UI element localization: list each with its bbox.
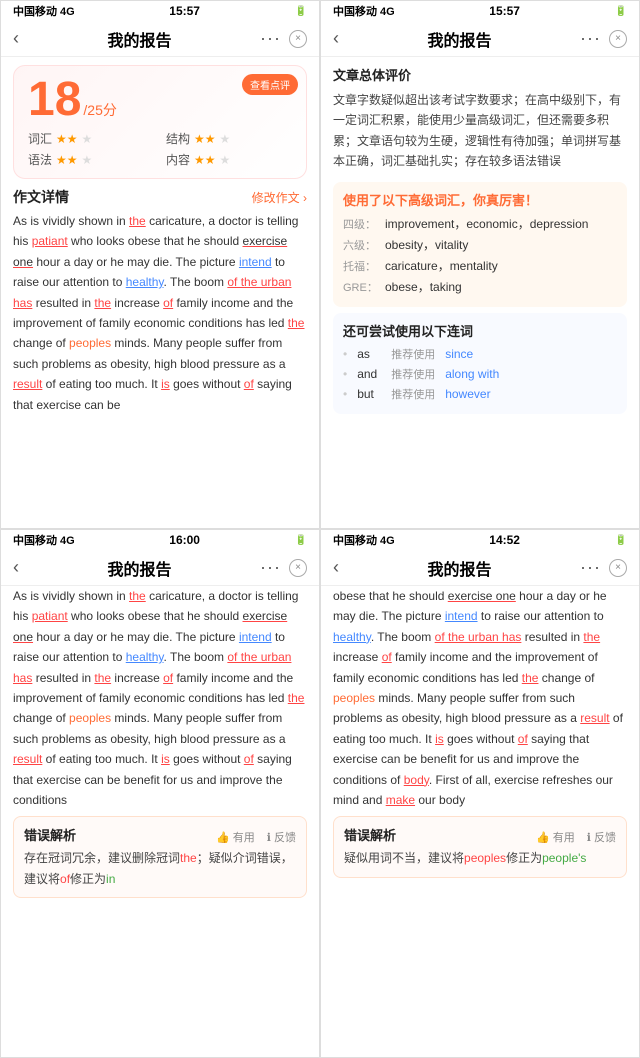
helpful-button-br[interactable]: 👍 有用 xyxy=(536,829,575,845)
vocab-item-1: 六级： obesity，vitality xyxy=(343,236,617,253)
nav-right-tr: ··· × xyxy=(580,28,627,49)
status-bar-bl: 中国移动 4G 16:00 🔋 xyxy=(1,530,319,550)
panel-top-left: 中国移动 4G 15:57 🔋 ‹ 我的报告 ··· × 查看点评 18 /25… xyxy=(0,0,320,529)
conn-item-1: • and 推荐使用 along with xyxy=(343,366,617,382)
error-title-br: 错误解析 xyxy=(344,825,396,844)
nav-right-br: ··· × xyxy=(580,557,627,578)
close-button-tl[interactable]: × xyxy=(289,30,307,48)
error-text-bl: 存在冠词冗余，建议删除冠词the；疑似介词错误，建议将of修正为in xyxy=(24,848,296,889)
score-grid: 词汇 ★★★ 结构 ★★★ 语法 ★★★ 内容 ★★★ xyxy=(28,130,292,168)
nav-title-tr: 我的报告 xyxy=(428,27,492,51)
review-section: 文章总体评价 文章字数疑似超出该考试字数要求；在高中级别下，有一定词汇积累，能使… xyxy=(333,57,627,176)
content-tl: 查看点评 18 /25分 词汇 ★★★ 结构 ★★★ 语法 ★★★ xyxy=(1,57,319,528)
status-time-bl: 16:00 xyxy=(169,533,200,547)
score-content: 内容 ★★★ xyxy=(166,151,292,168)
nav-bar-tr: ‹ 我的报告 ··· × xyxy=(321,21,639,57)
vocab-item-0: 四级： improvement，economic，depression xyxy=(343,215,617,232)
error-actions-br: 👍 有用 ℹ 反馈 xyxy=(536,829,616,845)
status-time-tl: 15:57 xyxy=(169,4,200,18)
essay-section-title: 作文详情 修改作文 › xyxy=(13,187,307,207)
nav-bar-tl: ‹ 我的报告 ··· × xyxy=(1,21,319,57)
more-button-bl[interactable]: ··· xyxy=(260,557,281,578)
back-button-tl[interactable]: ‹ xyxy=(13,28,19,49)
more-button-br[interactable]: ··· xyxy=(580,557,601,578)
error-text-br: 疑似用词不当，建议将peoples修正为people's xyxy=(344,848,616,868)
helpful-button-bl[interactable]: 👍 有用 xyxy=(216,829,255,845)
nav-title-tl: 我的报告 xyxy=(108,27,172,51)
score-structure: 结构 ★★★ xyxy=(166,130,292,147)
nav-bar-bl: ‹ 我的报告 ··· × xyxy=(1,550,319,586)
vocab-item-2: 托福： caricature，mentality xyxy=(343,257,617,274)
status-battery-tr: 🔋 xyxy=(615,6,627,17)
nav-title-bl: 我的报告 xyxy=(108,556,172,580)
panel-bottom-left: 中国移动 4G 16:00 🔋 ‹ 我的报告 ··· × As is vivid… xyxy=(0,529,320,1058)
conn-title: 还可尝试使用以下连词 xyxy=(343,321,617,340)
score-section: 查看点评 18 /25分 词汇 ★★★ 结构 ★★★ 语法 ★★★ xyxy=(13,65,307,179)
nav-left-br: ‹ xyxy=(333,557,339,578)
essay-content-br: obese that he should exercise one hour a… xyxy=(333,586,627,810)
nav-left-bl: ‹ xyxy=(13,557,19,578)
nav-right-tl: ··· × xyxy=(260,28,307,49)
status-battery-bl: 🔋 xyxy=(295,535,307,546)
back-button-br[interactable]: ‹ xyxy=(333,557,339,578)
score-value: 18 xyxy=(28,76,81,124)
content-tr: 文章总体评价 文章字数疑似超出该考试字数要求；在高中级别下，有一定词汇积累，能使… xyxy=(321,57,639,528)
score-denom: /25分 xyxy=(83,100,116,120)
edit-essay-link[interactable]: 修改作文 › xyxy=(252,189,307,206)
essay-content-tl: As is vividly shown in the caricature, a… xyxy=(13,211,307,415)
more-button-tl[interactable]: ··· xyxy=(260,28,281,49)
panel-bottom-right: 中国移动 4G 14:52 🔋 ‹ 我的报告 ··· × obese that … xyxy=(320,529,640,1058)
error-section-bl: 错误解析 👍 有用 ℹ 反馈 存在冠词冗余，建议删除冠词the；疑似介词错误，建… xyxy=(13,816,307,898)
status-carrier-tr: 中国移动 4G xyxy=(333,3,395,19)
status-carrier-bl: 中国移动 4G xyxy=(13,532,75,548)
status-battery-br: 🔋 xyxy=(615,535,627,546)
vocab-item-3: GRE： obese，taking xyxy=(343,278,617,295)
feedback-button-br[interactable]: ℹ 反馈 xyxy=(587,829,616,845)
conn-item-2: • but 推荐使用 however xyxy=(343,386,617,402)
score-grammar: 语法 ★★★ xyxy=(28,151,154,168)
nav-left-tl: ‹ xyxy=(13,28,19,49)
status-time-br: 14:52 xyxy=(489,533,520,547)
status-bar-br: 中国移动 4G 14:52 🔋 xyxy=(321,530,639,550)
feedback-button-bl[interactable]: ℹ 反馈 xyxy=(267,829,296,845)
status-battery-tl: 🔋 xyxy=(295,6,307,17)
content-br: obese that he should exercise one hour a… xyxy=(321,586,639,1057)
conn-item-0: • as 推荐使用 since xyxy=(343,346,617,362)
essay-title-text: 作文详情 xyxy=(13,187,69,207)
vocab-title: 使用了以下高级词汇，你真厉害！ xyxy=(343,190,617,209)
vocab-section: 使用了以下高级词汇，你真厉害！ 四级： improvement，economic… xyxy=(333,182,627,307)
nav-left-tr: ‹ xyxy=(333,28,339,49)
status-bar-tr: 中国移动 4G 15:57 🔋 xyxy=(321,1,639,21)
close-button-br[interactable]: × xyxy=(609,559,627,577)
content-bl: As is vividly shown in the caricature, a… xyxy=(1,586,319,1057)
connector-section: 还可尝试使用以下连词 • as 推荐使用 since • and 推荐使用 al… xyxy=(333,313,627,414)
review-text: 文章字数疑似超出该考试字数要求；在高中级别下，有一定词汇积累，能使用少量高级词汇… xyxy=(333,90,627,172)
back-button-bl[interactable]: ‹ xyxy=(13,557,19,578)
essay-content-bl: As is vividly shown in the caricature, a… xyxy=(13,586,307,810)
score-vocab: 词汇 ★★★ xyxy=(28,130,154,147)
error-section-br: 错误解析 👍 有用 ℹ 反馈 疑似用词不当，建议将peoples修正为peopl… xyxy=(333,816,627,877)
error-title-bl: 错误解析 xyxy=(24,825,76,844)
close-button-bl[interactable]: × xyxy=(289,559,307,577)
nav-right-bl: ··· × xyxy=(260,557,307,578)
close-button-tr[interactable]: × xyxy=(609,30,627,48)
error-actions-bl: 👍 有用 ℹ 反馈 xyxy=(216,829,296,845)
status-time-tr: 15:57 xyxy=(489,4,520,18)
score-badge[interactable]: 查看点评 xyxy=(242,74,298,95)
status-carrier-br: 中国移动 4G xyxy=(333,532,395,548)
status-bar-tl: 中国移动 4G 15:57 🔋 xyxy=(1,1,319,21)
status-carrier-tl: 中国移动 4G xyxy=(13,3,75,19)
more-button-tr[interactable]: ··· xyxy=(580,28,601,49)
nav-title-br: 我的报告 xyxy=(428,556,492,580)
panel-top-right: 中国移动 4G 15:57 🔋 ‹ 我的报告 ··· × 文章总体评价 文章字数… xyxy=(320,0,640,529)
review-title: 文章总体评价 xyxy=(333,65,627,84)
nav-bar-br: ‹ 我的报告 ··· × xyxy=(321,550,639,586)
back-button-tr[interactable]: ‹ xyxy=(333,28,339,49)
